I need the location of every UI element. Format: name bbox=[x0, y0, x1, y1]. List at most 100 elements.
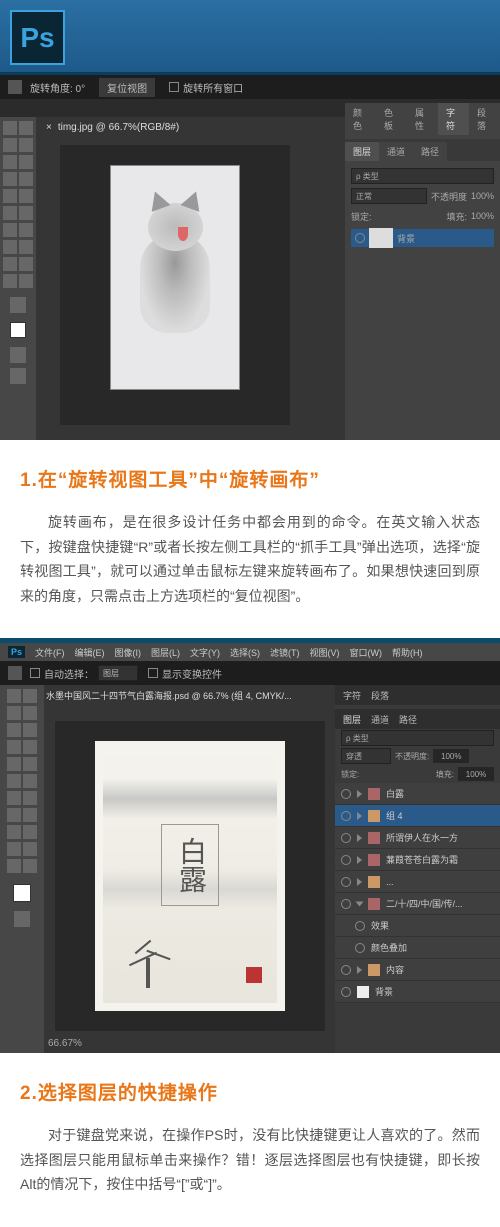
edit-toolbar-icon[interactable] bbox=[10, 297, 26, 313]
crop-tool-icon[interactable] bbox=[3, 155, 17, 169]
tab-paths[interactable]: 路径 bbox=[413, 142, 447, 161]
move-tool-icon[interactable] bbox=[3, 121, 17, 135]
menu-file[interactable]: 文件(F) bbox=[35, 646, 65, 659]
visibility-icon[interactable] bbox=[341, 833, 351, 843]
show-transform-checkbox[interactable] bbox=[148, 668, 158, 678]
dodge-tool-icon[interactable] bbox=[19, 223, 33, 237]
menu-layer[interactable]: 图层(L) bbox=[151, 646, 180, 659]
blur-tool-icon[interactable] bbox=[3, 223, 17, 237]
stamp-tool-icon[interactable] bbox=[23, 757, 37, 771]
visibility-icon[interactable] bbox=[341, 789, 351, 799]
opacity-value-2[interactable]: 100% bbox=[433, 749, 469, 763]
document-tab-2[interactable]: 水墨中国风二十四节气白露海报.psd @ 66.7% (组 4, CMYK/..… bbox=[36, 685, 302, 705]
chevron-right-icon[interactable] bbox=[357, 834, 362, 842]
path-tool-icon[interactable] bbox=[23, 825, 37, 839]
mask-mode-icon[interactable] bbox=[14, 911, 30, 927]
blend-mode-select[interactable]: 正常 bbox=[351, 188, 427, 204]
chevron-right-icon[interactable] bbox=[357, 856, 362, 864]
heal-tool-icon[interactable] bbox=[3, 172, 17, 186]
heal-tool-icon[interactable] bbox=[23, 740, 37, 754]
eraser-tool-icon[interactable] bbox=[3, 206, 17, 220]
menu-image[interactable]: 图像(I) bbox=[115, 646, 142, 659]
eyedropper-tool-icon[interactable] bbox=[7, 740, 21, 754]
visibility-icon[interactable] bbox=[341, 965, 351, 975]
visibility-icon[interactable] bbox=[341, 811, 351, 821]
chevron-down-icon[interactable] bbox=[356, 901, 364, 906]
type-tool-icon[interactable] bbox=[7, 825, 21, 839]
hand-tool-icon[interactable] bbox=[3, 274, 17, 288]
tab-color[interactable]: 颜色 bbox=[345, 103, 376, 135]
tab-paragraph[interactable]: 段落 bbox=[469, 103, 500, 135]
rotate-view-tool-icon[interactable] bbox=[7, 859, 21, 873]
marquee-tool-icon[interactable] bbox=[7, 706, 21, 720]
menu-filter[interactable]: 滤镜(T) bbox=[270, 646, 300, 659]
canvas[interactable] bbox=[60, 145, 290, 425]
auto-select-checkbox[interactable] bbox=[30, 668, 40, 678]
visibility-icon[interactable] bbox=[341, 987, 351, 997]
type-tool-icon[interactable] bbox=[19, 240, 33, 254]
tab-swatches[interactable]: 色板 bbox=[376, 103, 407, 135]
auto-select-target[interactable]: 图层 bbox=[98, 665, 138, 681]
rotate-icon[interactable] bbox=[8, 80, 22, 94]
pen-tool-icon[interactable] bbox=[3, 240, 17, 254]
chevron-right-icon[interactable] bbox=[357, 878, 362, 886]
stamp-tool-icon[interactable] bbox=[3, 189, 17, 203]
menu-view[interactable]: 视图(V) bbox=[310, 646, 340, 659]
foreground-swatch[interactable] bbox=[10, 322, 26, 338]
layer-suowei[interactable]: 所谓伊人在水一方 bbox=[335, 827, 500, 849]
layer-group4[interactable]: 组 4 bbox=[335, 805, 500, 827]
reset-view-button[interactable]: 复位视图 bbox=[99, 78, 155, 97]
blend-mode-2[interactable]: 穿透 bbox=[341, 748, 391, 764]
menu-type[interactable]: 文字(Y) bbox=[190, 646, 220, 659]
kind-filter-2[interactable]: ρ 类型 bbox=[341, 730, 494, 746]
layer-jianjia[interactable]: 蒹葭苍苍白露为霜 bbox=[335, 849, 500, 871]
artboard-tool-icon[interactable] bbox=[23, 689, 37, 703]
menu-select[interactable]: 选择(S) bbox=[230, 646, 260, 659]
gradient-tool-icon[interactable] bbox=[19, 206, 33, 220]
visibility-icon[interactable] bbox=[341, 855, 351, 865]
visibility-icon[interactable] bbox=[341, 877, 351, 887]
visibility-icon[interactable] bbox=[355, 943, 365, 953]
layer-thumbnail[interactable] bbox=[369, 228, 393, 248]
history-brush-icon[interactable] bbox=[19, 189, 33, 203]
wand-tool-icon[interactable] bbox=[7, 723, 21, 737]
tab-close-icon[interactable]: × bbox=[46, 122, 52, 133]
shape-tool-icon[interactable] bbox=[19, 257, 33, 271]
layer-bg-2[interactable]: 背景 bbox=[335, 981, 500, 1003]
screen-mode-icon[interactable] bbox=[10, 368, 26, 384]
pen-tool-icon[interactable] bbox=[23, 808, 37, 822]
document-tab[interactable]: × timg.jpg @ 66.7%(RGB/8#) bbox=[36, 117, 189, 137]
eyedropper-tool-icon[interactable] bbox=[19, 155, 33, 169]
chevron-right-icon[interactable] bbox=[357, 966, 362, 974]
tab-character-2[interactable]: 字符 bbox=[343, 689, 361, 702]
kind-filter[interactable]: ρ 类型 bbox=[351, 168, 494, 184]
lasso-tool-icon[interactable] bbox=[23, 706, 37, 720]
opacity-value[interactable]: 100% bbox=[471, 191, 494, 201]
history-brush-icon[interactable] bbox=[7, 774, 21, 788]
move-tool-icon[interactable] bbox=[7, 689, 21, 703]
visibility-icon[interactable] bbox=[355, 233, 365, 243]
visibility-icon[interactable] bbox=[355, 921, 365, 931]
layer-24[interactable]: 二/十/四/中/国/传/... bbox=[335, 893, 500, 915]
menu-help[interactable]: 帮助(H) bbox=[392, 646, 423, 659]
menu-edit[interactable]: 编辑(E) bbox=[75, 646, 105, 659]
zoom-tool-icon[interactable] bbox=[19, 274, 33, 288]
brush-tool-icon[interactable] bbox=[19, 172, 33, 186]
layer-color-overlay[interactable]: 颜色叠加 bbox=[335, 937, 500, 959]
chevron-right-icon[interactable] bbox=[357, 812, 362, 820]
brush-tool-icon[interactable] bbox=[7, 757, 21, 771]
tab-character[interactable]: 字符 bbox=[438, 103, 469, 135]
layer-content[interactable]: 内容 bbox=[335, 959, 500, 981]
layer-background[interactable]: 背景 bbox=[351, 229, 494, 247]
layer-effects[interactable]: 效果 bbox=[335, 915, 500, 937]
gradient-tool-icon[interactable] bbox=[7, 791, 21, 805]
tab-layers[interactable]: 图层 bbox=[345, 142, 379, 161]
path-tool-icon[interactable] bbox=[3, 257, 17, 271]
canvas-2[interactable]: 白露 bbox=[55, 721, 325, 1031]
tab-channels[interactable]: 通道 bbox=[379, 142, 413, 161]
menu-window[interactable]: 窗口(W) bbox=[350, 646, 383, 659]
rotate-all-checkbox[interactable] bbox=[169, 82, 179, 92]
visibility-icon[interactable] bbox=[341, 899, 351, 909]
dodge-tool-icon[interactable] bbox=[7, 808, 21, 822]
fill-value-2[interactable]: 100% bbox=[458, 767, 494, 781]
